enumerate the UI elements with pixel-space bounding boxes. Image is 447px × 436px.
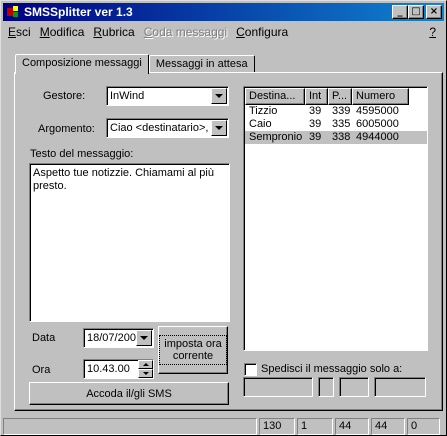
- column-prefisso[interactable]: P...: [328, 88, 352, 105]
- contact-name: Tizzio: [249, 105, 278, 117]
- send-only-field-number[interactable]: [374, 377, 426, 397]
- minimize-icon: _: [397, 6, 403, 17]
- chevron-down-icon: [142, 372, 149, 375]
- menu-help[interactable]: ?: [424, 25, 440, 39]
- maximize-icon: □: [411, 6, 421, 17]
- contact-prefix: 339: [332, 105, 351, 117]
- send-only-field-prefix[interactable]: [339, 377, 369, 397]
- chevron-up-icon: [142, 363, 149, 366]
- app-icon[interactable]: [5, 5, 21, 19]
- testo-label: Testo del messaggio:: [30, 148, 134, 160]
- menu-coda-messaggi: Coda messaggi: [143, 24, 228, 39]
- status-panel-a: 44: [335, 418, 369, 435]
- status-bar: 130 1 44 44 0: [3, 418, 444, 435]
- maximize-button[interactable]: □: [408, 5, 424, 19]
- menu-modifica[interactable]: Modifica: [35, 25, 89, 39]
- menu-configura[interactable]: Configura: [231, 25, 292, 39]
- contact-prefix: 338: [332, 131, 351, 143]
- window-title: SMSSplitter ver 1.3: [24, 5, 133, 19]
- status-panel-queue: 0: [407, 418, 440, 435]
- send-only-label: Spedisci il messaggio solo a:: [261, 363, 403, 375]
- contact-prefix: 335: [332, 118, 351, 130]
- chevron-down-icon: [215, 94, 223, 98]
- argomento-label: Argomento:: [38, 123, 95, 135]
- column-destinatario[interactable]: Destina...: [245, 88, 305, 105]
- contact-int: 39: [309, 105, 322, 117]
- status-panel-sms-count: 1: [297, 418, 333, 435]
- set-current-time-label: imposta ora corrente: [159, 335, 227, 365]
- gestore-label: Gestore:: [43, 90, 86, 102]
- ora-label: Ora: [32, 364, 51, 376]
- contacts-header: Destina... Int P... Numero: [245, 88, 427, 105]
- argomento-value: Ciao <destinatario>, s: [110, 122, 211, 134]
- queue-sms-button[interactable]: Accoda il/gli SMS: [29, 382, 229, 405]
- menu-rubrica[interactable]: Rubrica: [88, 25, 138, 39]
- contact-int: 39: [309, 118, 322, 130]
- send-only-field-name[interactable]: [243, 377, 313, 397]
- contact-int: 39: [309, 131, 322, 143]
- contacts-list[interactable]: Destina... Int P... Numero Tizzio 39 339…: [243, 86, 428, 351]
- spin-up-button[interactable]: [138, 360, 153, 369]
- status-panel-b: 44: [371, 418, 405, 435]
- time-value: 10.43.00: [87, 363, 130, 375]
- date-picker[interactable]: 18/07/200: [83, 328, 154, 348]
- contact-name: Caio: [249, 118, 272, 130]
- chevron-down-icon: [140, 336, 148, 340]
- gestore-value: InWind: [110, 90, 145, 102]
- data-label: Data: [32, 332, 56, 344]
- column-int[interactable]: Int: [305, 88, 328, 105]
- time-spinner[interactable]: 10.43.00: [83, 359, 154, 379]
- argomento-select[interactable]: Ciao <destinatario>, s: [106, 118, 229, 138]
- status-panel-main: [3, 418, 257, 435]
- status-panel-chars: 130: [259, 418, 295, 435]
- minimize-button[interactable]: _: [392, 5, 408, 19]
- close-button[interactable]: ×: [426, 5, 442, 19]
- contact-row[interactable]: Caio 39 335 6005000: [245, 118, 427, 131]
- title-bar: SMSSplitter ver 1.3 _ □ ×: [3, 3, 444, 21]
- menu-bar: Esci Modifica Rubrica Coda messaggi Conf…: [3, 22, 444, 41]
- message-textarea[interactable]: Aspetto tue notizzie. Chiamami al più pr…: [29, 163, 230, 322]
- set-current-time-button[interactable]: imposta ora corrente: [158, 326, 228, 374]
- contact-name: Sempronio: [249, 131, 303, 143]
- tab-composizione-messaggi[interactable]: Composizione messaggi: [15, 54, 149, 74]
- column-numero[interactable]: Numero: [352, 88, 409, 105]
- close-icon: ×: [429, 6, 439, 17]
- send-only-checkbox[interactable]: [244, 363, 257, 376]
- tab-strip: Composizione messaggi Messaggi in attesa: [15, 53, 255, 74]
- contact-number: 4944000: [356, 131, 399, 143]
- menu-esci[interactable]: Esci: [3, 25, 35, 39]
- argomento-dropdown-button[interactable]: [211, 120, 227, 136]
- contact-number: 6005000: [356, 118, 399, 130]
- contact-number: 4595000: [356, 105, 399, 117]
- date-value: 18/07/200: [87, 332, 136, 344]
- spin-down-button[interactable]: [138, 369, 153, 378]
- tab-messaggi-in-attesa[interactable]: Messaggi in attesa: [148, 55, 255, 73]
- contact-row-selected[interactable]: Sempronio 39 338 4944000: [245, 131, 427, 144]
- main-window: SMSSplitter ver 1.3 _ □ × Esci Modifica …: [0, 0, 447, 436]
- date-dropdown-button[interactable]: [136, 330, 152, 346]
- send-only-field-int[interactable]: [318, 377, 334, 397]
- chevron-down-icon: [215, 126, 223, 130]
- contact-row[interactable]: Tizzio 39 339 4595000: [245, 105, 427, 118]
- queue-sms-label: Accoda il/gli SMS: [86, 387, 172, 400]
- gestore-select[interactable]: InWind: [106, 86, 229, 106]
- gestore-dropdown-button[interactable]: [211, 88, 227, 104]
